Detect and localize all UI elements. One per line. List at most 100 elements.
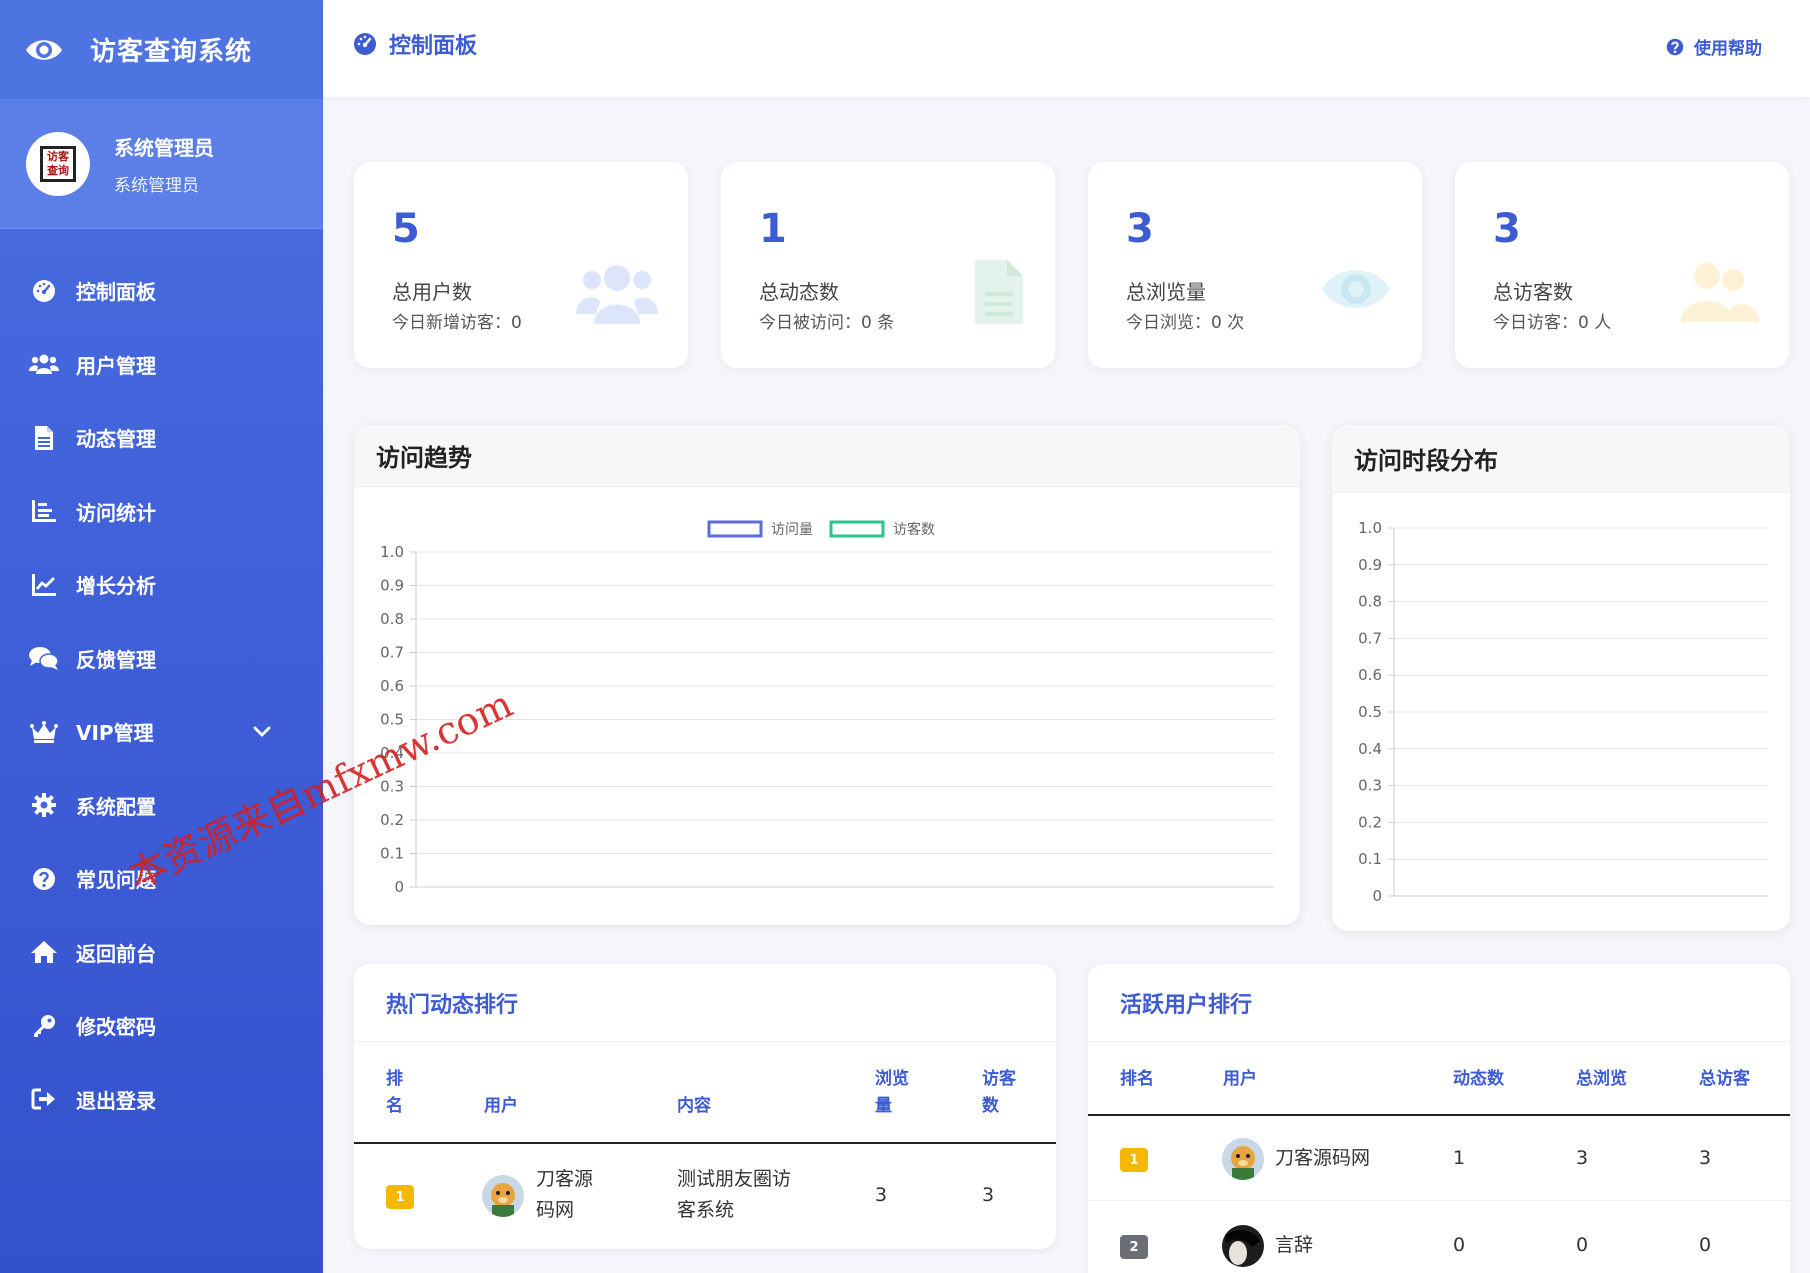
sidebar-item-vip[interactable]: VIP管理 [0, 695, 323, 769]
row-views: 3 [875, 1184, 888, 1206]
sidebar-item-label: VIP管理 [76, 721, 154, 746]
chart-title: 访问时段分布 [1332, 425, 1790, 493]
sidebar-menu: 控制面板 用户管理 动态管理 访问统计 增长分析 反馈管理 VIP管理 系统配置… [0, 254, 323, 1136]
avatar [1222, 1138, 1264, 1180]
chevron-down-icon[interactable] [253, 723, 271, 742]
file-icon [975, 260, 1023, 328]
crown-icon [28, 718, 60, 746]
card-title: 活跃用户排行 [1088, 964, 1790, 1042]
column-header-visitors: 访客数 [982, 1069, 1016, 1116]
home-icon [28, 938, 60, 966]
y-tick-label: 0.2 [380, 811, 404, 829]
row-posts: 1 [1453, 1147, 1466, 1169]
sidebar-item-feedback[interactable]: 反馈管理 [0, 622, 323, 696]
y-tick-label: 0.6 [380, 677, 404, 695]
stat-card-visitors: 3 总访客数 今日访客：0 人 [1455, 162, 1789, 368]
y-tick-label: 0.7 [380, 644, 404, 662]
sidebar-item-label: 常见问题 [76, 868, 156, 893]
card-title: 热门动态排行 [354, 964, 1056, 1042]
y-tick-label: 0.9 [380, 577, 404, 595]
eye-icon [1320, 262, 1392, 320]
sidebar-item-label: 系统配置 [76, 794, 156, 819]
stat-label: 总浏览量 [1126, 280, 1206, 304]
brand[interactable]: 访客查询系统 [0, 0, 323, 99]
sidebar-item-users[interactable]: 用户管理 [0, 328, 323, 402]
y-tick-label: 0.8 [1358, 593, 1382, 611]
sidebar-item-password[interactable]: 修改密码 [0, 989, 323, 1063]
chart-title: 访问趋势 [354, 425, 1300, 487]
stat-value: 3 [1493, 206, 1521, 252]
stat-sub: 今日被访问：0 条 [759, 313, 895, 333]
sidebar-item-label: 增长分析 [76, 574, 156, 599]
sidebar-item-label: 修改密码 [76, 1015, 156, 1040]
sidebar-item-dashboard[interactable]: 控制面板 [0, 254, 323, 328]
row-visitors: 0 [1699, 1234, 1712, 1256]
stat-sub: 今日访客：0 人 [1493, 313, 1612, 333]
sidebar-item-faq[interactable]: 常见问题 [0, 842, 323, 916]
hot-posts-card: 热门动态排行 排名 用户 内容 浏览量 访客数 1 刀客源 码网 测试朋友圈访 客系… [354, 964, 1056, 1249]
app-title: 访客查询系统 [90, 37, 253, 67]
y-tick-label: 0.9 [1358, 556, 1382, 574]
legend-swatch [707, 520, 763, 538]
sidebar-item-label: 返回前台 [76, 941, 156, 966]
logout-icon [28, 1085, 60, 1113]
bar-list-icon [28, 497, 60, 525]
page-title: 控制面板 [353, 28, 477, 60]
sidebar-item-label: 访问统计 [76, 500, 156, 525]
question-icon [1666, 38, 1684, 56]
legend-swatch [829, 520, 885, 538]
sidebar-item-home[interactable]: 返回前台 [0, 916, 323, 990]
stat-label: 总用户数 [392, 280, 472, 304]
visit-trend-chart: 访问趋势 0 0.1 0.2 0.3 0.4 0.5 0.6 0.7 0.8 0.9 1.0 访问量 访… [354, 425, 1300, 925]
stat-sub: 今日浏览：0 次 [1126, 313, 1245, 333]
table-header-divider [354, 1142, 1056, 1144]
legend-label: 访客数 [893, 521, 935, 538]
y-tick-label: 0.4 [380, 744, 404, 762]
stat-sub: 今日新增访客：0 [392, 313, 522, 333]
row-posts: 0 [1453, 1234, 1466, 1256]
y-tick-label: 1.0 [1358, 519, 1382, 537]
sidebar-item-posts[interactable]: 动态管理 [0, 401, 323, 475]
column-header-views: 浏览量 [875, 1069, 909, 1116]
y-tick-label: 0.1 [380, 845, 404, 863]
y-tick-label: 0.3 [380, 778, 404, 796]
avatar: 访客查询 [26, 131, 90, 196]
user-profile: 访客查询 系统管理员 系统管理员 [0, 99, 323, 229]
stat-label: 总访客数 [1493, 280, 1573, 304]
stat-card-views: 3 总浏览量 今日浏览：0 次 [1088, 162, 1422, 368]
sidebar-item-growth[interactable]: 增长分析 [0, 548, 323, 622]
y-tick-label: 0.1 [1358, 850, 1382, 868]
rank-badge: 1 [386, 1185, 414, 1209]
help-link[interactable]: 使用帮助 [1666, 34, 1762, 59]
page-title-text: 控制面板 [389, 34, 478, 59]
users-icon [1677, 258, 1759, 330]
y-tick-label: 0.8 [380, 610, 404, 628]
column-header-views: 总浏览 [1576, 1069, 1627, 1089]
avatar [1222, 1225, 1264, 1267]
row-divider [1088, 1200, 1790, 1201]
y-tick-label: 0 [1372, 887, 1382, 905]
sidebar-item-logout[interactable]: 退出登录 [0, 1063, 323, 1137]
y-tick-label: 0.5 [380, 711, 404, 729]
column-header-content: 内容 [677, 1096, 711, 1116]
sidebar-item-settings[interactable]: 系统配置 [0, 769, 323, 843]
column-header-visitors: 总访客 [1699, 1069, 1750, 1089]
row-views: 0 [1576, 1234, 1589, 1256]
sidebar-item-visit-stats[interactable]: 访问统计 [0, 475, 323, 549]
row-user: 刀客源码网 [1275, 1147, 1371, 1169]
column-header-user: 用户 [484, 1096, 518, 1116]
stat-card-posts: 1 总动态数 今日被访问：0 条 [721, 162, 1055, 368]
dashboard-icon [28, 277, 60, 305]
y-tick-label: 0.3 [1358, 777, 1382, 795]
y-tick-label: 1.0 [380, 543, 404, 561]
file-icon [28, 424, 60, 452]
y-tick-label: 0.4 [1358, 740, 1382, 758]
stat-value: 3 [1126, 206, 1154, 252]
avatar-logo-text: 访客查询 [40, 145, 76, 182]
y-tick-label: 0.2 [1358, 813, 1382, 831]
y-tick-label: 0.7 [1358, 629, 1382, 647]
sidebar-item-label: 退出登录 [76, 1088, 156, 1113]
sidebar-item-label: 控制面板 [76, 280, 156, 305]
rank-badge: 2 [1120, 1235, 1148, 1259]
rank-badge: 1 [1120, 1148, 1148, 1172]
